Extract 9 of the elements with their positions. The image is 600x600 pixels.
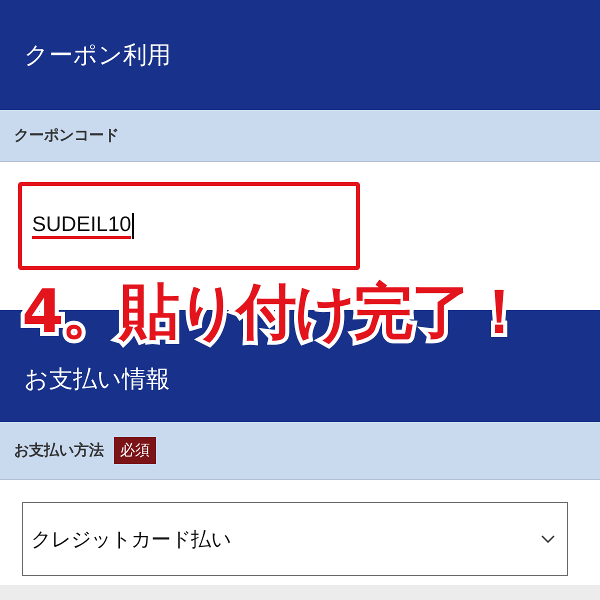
coupon-code-field[interactable]: SUDEIL10 bbox=[18, 182, 360, 270]
required-badge: 必須 bbox=[114, 437, 156, 464]
chevron-down-icon bbox=[541, 535, 555, 543]
section-title: クーポン利用 bbox=[24, 40, 171, 71]
payment-method-select[interactable]: クレジットカード払い bbox=[22, 502, 568, 576]
field-label: お支払い方法 bbox=[14, 441, 104, 460]
section-title: お支払い情報 bbox=[24, 364, 170, 395]
text-cursor bbox=[132, 213, 134, 239]
field-label: クーポンコード bbox=[14, 126, 119, 145]
